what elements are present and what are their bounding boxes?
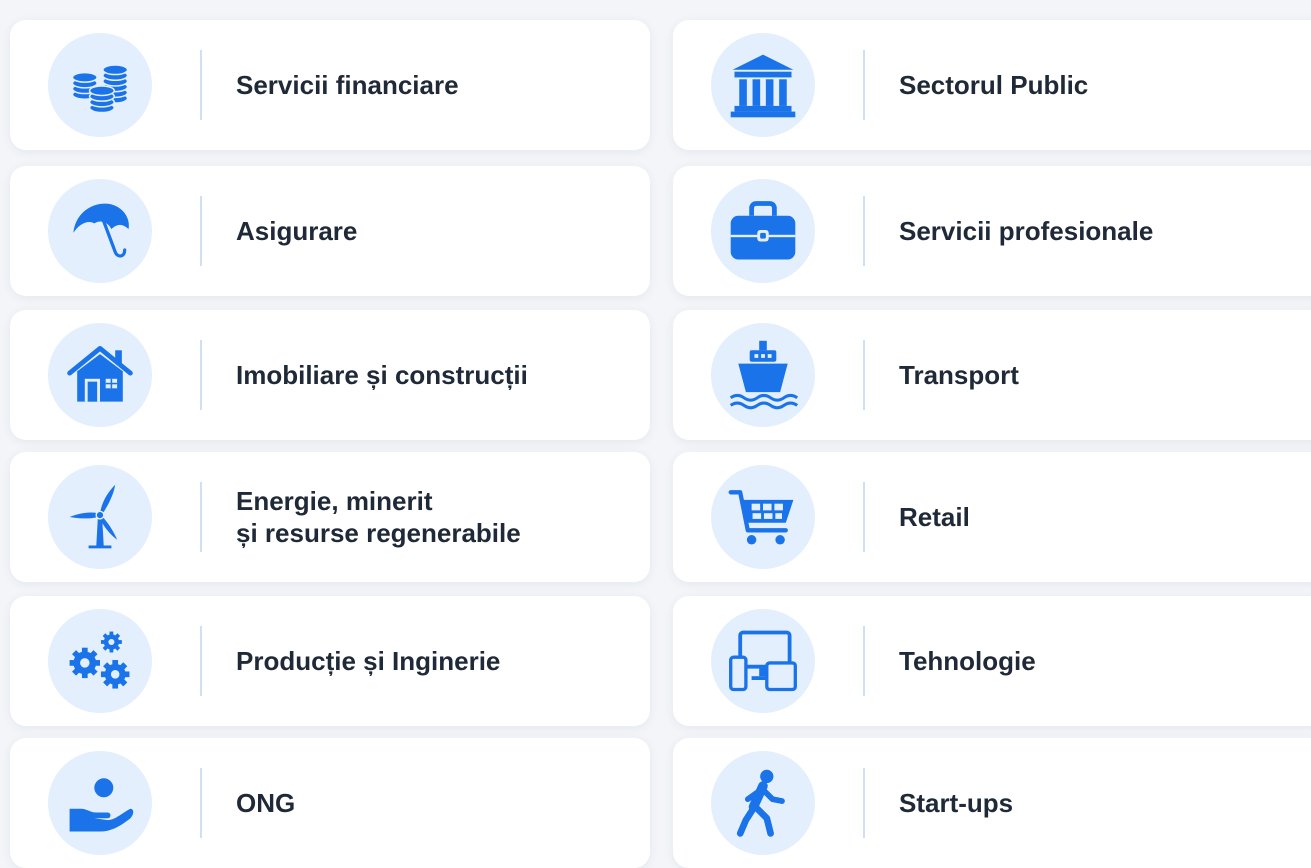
sector-card-retail[interactable]: Retail — [673, 452, 1311, 582]
sector-card-manufacturing[interactable]: Producție și Inginerie — [10, 596, 650, 726]
card-divider — [863, 196, 865, 266]
government-building-icon — [711, 33, 815, 137]
sector-label: Tehnologie — [899, 646, 1036, 676]
hand-person-icon — [48, 751, 152, 855]
gears-icon — [48, 609, 152, 713]
sector-label: Energie, minerit și resurse regenerabile — [236, 486, 521, 548]
house-icon — [48, 323, 152, 427]
sector-label: Transport — [899, 360, 1019, 390]
sector-label: Retail — [899, 502, 970, 532]
coins-icon — [48, 33, 152, 137]
sector-label: ONG — [236, 788, 296, 818]
card-divider — [863, 768, 865, 838]
sector-card-ngo[interactable]: ONG — [10, 738, 650, 868]
card-divider — [200, 50, 202, 120]
sector-label: Servicii profesionale — [899, 216, 1154, 246]
sector-label: Servicii financiare — [236, 70, 459, 100]
sector-card-insurance[interactable]: Asigurare — [10, 166, 650, 296]
sector-card-start-ups[interactable]: Start-ups — [673, 738, 1311, 868]
card-divider — [200, 196, 202, 266]
card-divider — [200, 768, 202, 838]
sector-card-energy[interactable]: Energie, minerit și resurse regenerabile — [10, 452, 650, 582]
sector-label: Asigurare — [236, 216, 358, 246]
sector-card-financial-services[interactable]: Servicii financiare — [10, 20, 650, 150]
card-divider — [863, 50, 865, 120]
card-divider — [863, 482, 865, 552]
wind-turbine-icon — [48, 465, 152, 569]
sector-card-technology[interactable]: Tehnologie — [673, 596, 1311, 726]
sector-label: Imobiliare și construcții — [236, 360, 528, 390]
briefcase-icon — [711, 179, 815, 283]
sector-label: Producție și Inginerie — [236, 646, 501, 676]
sector-card-real-estate[interactable]: Imobiliare și construcții — [10, 310, 650, 440]
sector-label: Sectorul Public — [899, 70, 1089, 100]
umbrella-icon — [48, 179, 152, 283]
card-divider — [863, 340, 865, 410]
card-divider — [200, 340, 202, 410]
devices-icon — [711, 609, 815, 713]
sector-card-professional-services[interactable]: Servicii profesionale — [673, 166, 1311, 296]
walking-person-icon — [711, 751, 815, 855]
sector-grid: Servicii financiare Asigurare Imobiliare… — [0, 0, 1311, 868]
ship-icon — [711, 323, 815, 427]
sector-card-transport[interactable]: Transport — [673, 310, 1311, 440]
card-divider — [200, 482, 202, 552]
sector-label: Start-ups — [899, 788, 1014, 818]
sector-card-public-sector[interactable]: Sectorul Public — [673, 20, 1311, 150]
shopping-cart-icon — [711, 465, 815, 569]
card-divider — [863, 626, 865, 696]
card-divider — [200, 626, 202, 696]
